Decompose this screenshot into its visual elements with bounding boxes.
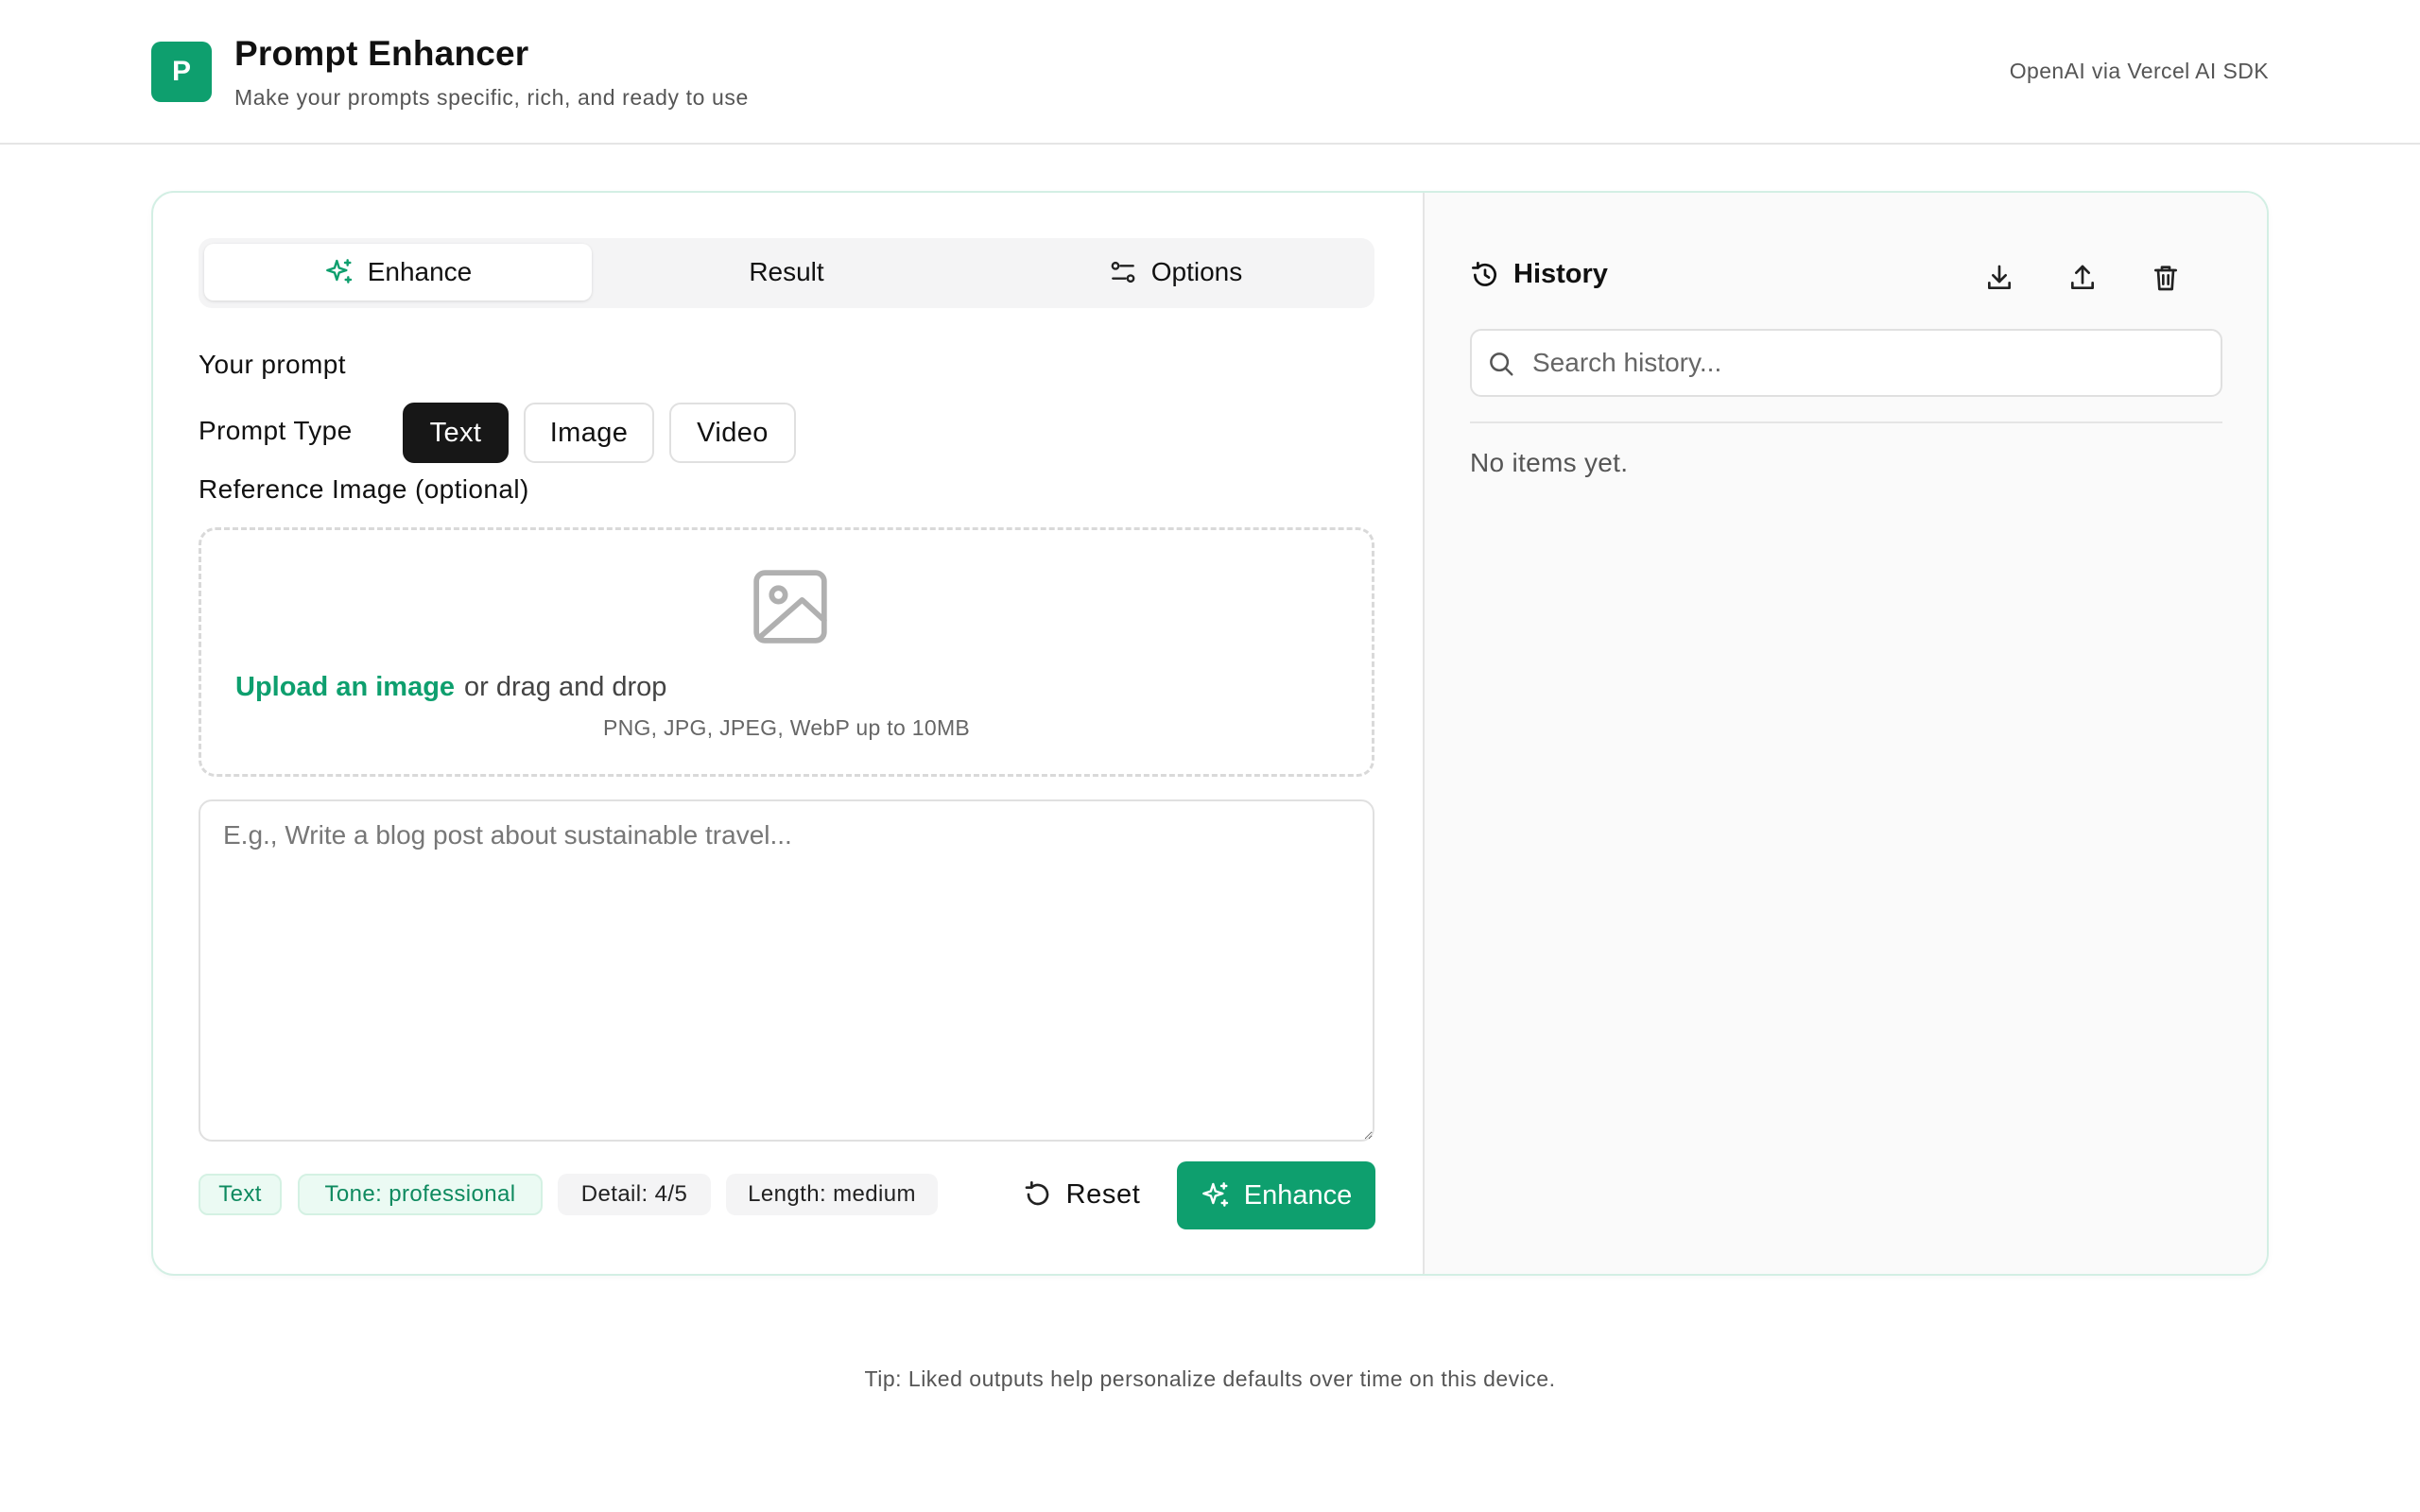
- history-search: [1470, 329, 2222, 397]
- provider-label: OpenAI via Vercel AI SDK: [2009, 59, 2269, 83]
- download-icon: [1988, 265, 2011, 289]
- app-header: P Prompt Enhancer Make your prompts spec…: [0, 0, 2420, 145]
- your-prompt-heading: Your prompt: [199, 350, 346, 379]
- tab-options-label: Options: [1150, 257, 1243, 286]
- app-logo: P: [151, 42, 212, 102]
- history-search-input[interactable]: [1532, 340, 2204, 386]
- app-title: Prompt Enhancer: [234, 34, 529, 73]
- prompt-type-text-button[interactable]: Text: [403, 403, 509, 463]
- sparkles-icon: [1201, 1182, 1228, 1207]
- reset-button[interactable]: Reset: [1006, 1161, 1157, 1228]
- file-type-hint: PNG, JPG, JPEG, WebP up to 10MB: [602, 715, 971, 740]
- history-icon: [1472, 261, 1496, 286]
- image-placeholder-icon: [753, 570, 827, 644]
- image-dropzone[interactable]: Upload an image or drag and drop PNG, JP…: [199, 527, 1374, 777]
- prompt-type-label: Prompt Type: [199, 416, 353, 445]
- tab-options[interactable]: Options: [981, 244, 1369, 301]
- history-title: History: [1513, 259, 1608, 289]
- enhance-button[interactable]: Enhance: [1177, 1161, 1375, 1229]
- tab-enhance-label: Enhance: [367, 257, 473, 286]
- chip-detail: Detail: 4/5: [558, 1174, 711, 1215]
- tab-result[interactable]: Result: [593, 244, 980, 301]
- sparkles-icon: [325, 259, 352, 284]
- enhance-button-label: Enhance: [1243, 1179, 1353, 1211]
- tab-enhance[interactable]: Enhance: [204, 244, 592, 301]
- app-subtitle: Make your prompts specific, rich, and re…: [234, 85, 749, 110]
- trash-icon: [2154, 266, 2177, 291]
- chip-prompt-type: Text: [199, 1174, 282, 1215]
- prompt-type-video-button[interactable]: Video: [669, 403, 796, 463]
- tab-bar: Enhance Result Options: [199, 238, 1374, 308]
- reference-image-label: Reference Image (optional): [199, 474, 529, 504]
- upload-icon: [2071, 265, 2094, 289]
- export-history-button[interactable]: [1977, 255, 2022, 301]
- reset-button-label: Reset: [1065, 1178, 1141, 1210]
- footer-tip: Tip: Liked outputs help personalize defa…: [864, 1366, 1556, 1391]
- sliders-icon: [1111, 261, 1135, 284]
- chip-length: Length: medium: [726, 1174, 938, 1215]
- prompt-textarea[interactable]: [199, 799, 1374, 1142]
- chip-tone: Tone: professional: [298, 1174, 543, 1215]
- clear-history-button[interactable]: [2143, 255, 2188, 301]
- prompt-type-image-button[interactable]: Image: [524, 403, 654, 463]
- main-card: Enhance Result Options Your prompt Promp…: [151, 191, 2269, 1276]
- history-divider: [1470, 421, 2222, 423]
- history-empty-state: No items yet.: [1470, 448, 1629, 477]
- editor-panel: Enhance Result Options Your prompt Promp…: [153, 193, 1423, 1274]
- history-header: History: [1470, 259, 1608, 290]
- upload-image-link[interactable]: Upload an image: [235, 672, 455, 703]
- drag-drop-text: or drag and drop: [464, 672, 667, 702]
- history-panel: History No items yet.: [1423, 193, 2267, 1274]
- tab-result-label: Result: [749, 257, 824, 286]
- import-history-button[interactable]: [2060, 255, 2105, 301]
- search-icon: [1490, 352, 1513, 376]
- reset-icon: [1025, 1181, 1048, 1206]
